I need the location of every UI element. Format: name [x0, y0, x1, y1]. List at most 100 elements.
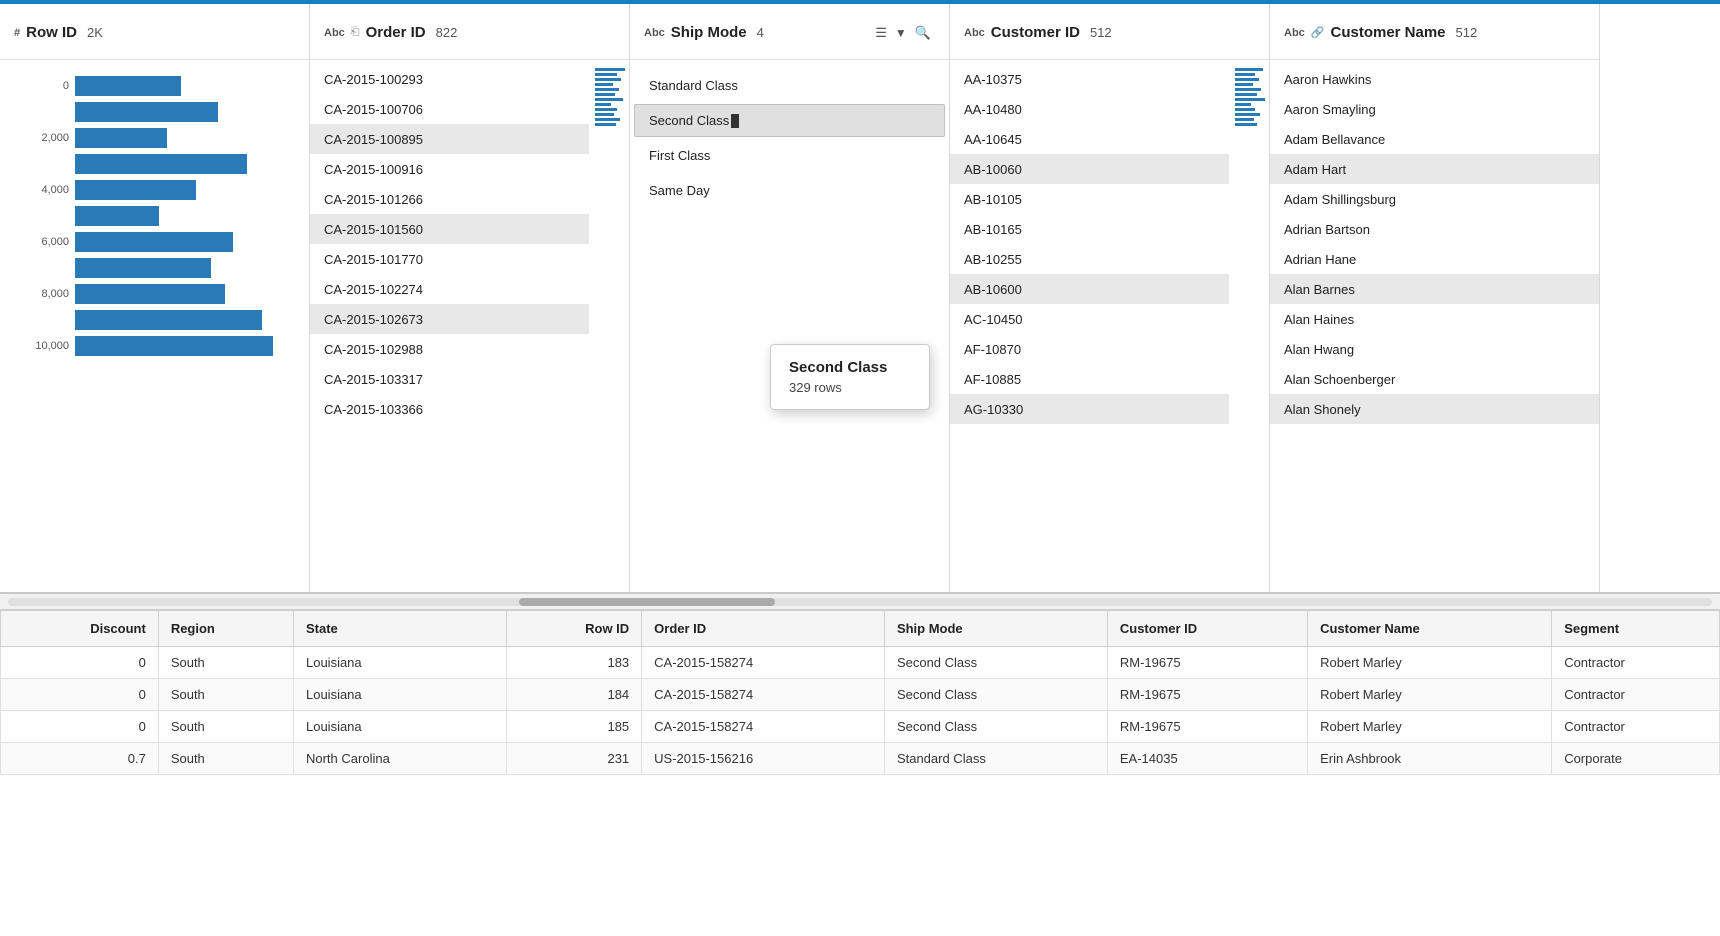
list-item: Alan Shonely [1270, 394, 1599, 424]
td-region: South [158, 743, 293, 775]
search-button[interactable]: 🔍 [911, 23, 935, 43]
mini-bar [1235, 108, 1255, 111]
column-header-row-id: # Row ID 2K [0, 4, 309, 60]
td-region: South [158, 647, 293, 679]
mini-bar [595, 103, 611, 106]
mini-bar [595, 78, 621, 81]
hist-bar-container-7 [75, 256, 295, 280]
scrollbar-row[interactable] [0, 594, 1720, 610]
td-order-id: CA-2015-158274 [642, 711, 885, 743]
list-item: Alan Haines [1270, 304, 1599, 334]
histogram-container: 0 2,000 [0, 64, 309, 588]
td-segment: Contractor [1552, 647, 1720, 679]
customer-name-count: 512 [1456, 25, 1478, 40]
td-discount: 0 [1, 679, 159, 711]
hist-bar-6 [75, 232, 233, 252]
hist-bar-container-5 [75, 204, 295, 228]
list-item: CA-2015-101770 [310, 244, 589, 274]
td-region: South [158, 711, 293, 743]
customer-id-list: AA-10375 AA-10480 AA-10645 AB-10060 AB-1… [950, 64, 1229, 588]
td-order-id: US-2015-156216 [642, 743, 885, 775]
scrollbar-track[interactable] [8, 598, 1712, 606]
ship-mode-same-day[interactable]: Same Day [634, 174, 945, 207]
mini-bar [1235, 88, 1261, 91]
hist-row-1 [14, 100, 295, 124]
hist-bar-7 [75, 258, 211, 278]
hist-row-8: 8,000 [14, 282, 295, 306]
list-item: CA-2015-103366 [310, 394, 589, 424]
list-item: AA-10480 [950, 94, 1229, 124]
th-segment: Segment [1552, 611, 1720, 647]
list-item: AC-10450 [950, 304, 1229, 334]
list-item: CA-2015-101560 [310, 214, 589, 244]
td-customer-name: Robert Marley [1308, 647, 1552, 679]
td-order-id: CA-2015-158274 [642, 647, 885, 679]
row-id-body: 0 2,000 [0, 60, 309, 592]
sort-button[interactable]: ☰ [871, 23, 891, 43]
dropdown-arrow[interactable]: ▼ [895, 26, 907, 40]
abc-icon-customer-name: Abc [1284, 27, 1305, 39]
list-item: Adrian Bartson [1270, 214, 1599, 244]
ship-mode-first-class[interactable]: First Class [634, 139, 945, 172]
hist-row-5 [14, 204, 295, 228]
ship-mode-title: Ship Mode [671, 24, 747, 41]
ship-mode-wrapper: Standard Class Second Class First Class … [630, 64, 949, 588]
list-item: Adrian Hane [1270, 244, 1599, 274]
list-item: Alan Barnes [1270, 274, 1599, 304]
hist-bar-9 [75, 310, 262, 330]
customer-id-count: 512 [1090, 25, 1112, 40]
mini-bar [595, 83, 613, 86]
mini-bar [1235, 103, 1251, 106]
filter-icon-order-id[interactable]: ⎗ [351, 26, 360, 39]
td-ship-mode: Second Class [884, 647, 1107, 679]
th-ship-mode: Ship Mode [884, 611, 1107, 647]
td-ship-mode: Second Class [884, 679, 1107, 711]
list-item: Aaron Hawkins [1270, 64, 1599, 94]
scrollbar-thumb[interactable] [519, 598, 775, 606]
table-row: 0 South Louisiana 183 CA-2015-158274 Sec… [1, 647, 1720, 679]
hist-bar-container-0 [75, 74, 295, 98]
ship-mode-standard-class[interactable]: Standard Class [634, 69, 945, 102]
list-item: Alan Schoenberger [1270, 364, 1599, 394]
customer-name-body: Aaron Hawkins Aaron Smayling Adam Bellav… [1270, 60, 1599, 592]
data-table: Discount Region State Row ID Order ID Sh… [0, 610, 1720, 775]
order-id-value: CA-2015-100706 [324, 102, 575, 117]
abc-icon-customer-id: Abc [964, 27, 985, 39]
list-item: AB-10165 [950, 214, 1229, 244]
list-item: AB-10105 [950, 184, 1229, 214]
mini-bar-column [589, 64, 629, 588]
th-region: Region [158, 611, 293, 647]
th-discount: Discount [1, 611, 159, 647]
ship-mode-list: Standard Class Second Class First Class … [630, 64, 949, 208]
table-row: 0.7 South North Carolina 231 US-2015-156… [1, 743, 1720, 775]
order-id-value: CA-2015-101266 [324, 192, 575, 207]
list-item: CA-2015-102673 [310, 304, 589, 334]
mini-bar [595, 113, 614, 116]
ship-mode-second-class[interactable]: Second Class [634, 104, 945, 137]
td-customer-id: RM-19675 [1107, 647, 1307, 679]
th-customer-name: Customer Name [1308, 611, 1552, 647]
hist-row-6: 6,000 [14, 230, 295, 254]
td-ship-mode: Standard Class [884, 743, 1107, 775]
td-customer-name: Erin Ashbrook [1308, 743, 1552, 775]
column-panel-order-id: Abc ⎗ Order ID 822 CA-2015-100293 CA-201… [310, 4, 630, 592]
hist-bar-container-1 [75, 100, 295, 124]
customer-name-title: Customer Name [1330, 24, 1445, 41]
mini-bar [595, 108, 617, 111]
ship-mode-body: Standard Class Second Class First Class … [630, 60, 949, 592]
td-discount: 0 [1, 711, 159, 743]
td-order-id: CA-2015-158274 [642, 679, 885, 711]
hist-row-3 [14, 152, 295, 176]
list-item: AG-10330 [950, 394, 1229, 424]
mini-bar [595, 98, 623, 101]
hist-bar-8 [75, 284, 225, 304]
mini-bar [595, 118, 620, 121]
list-item: AB-10255 [950, 244, 1229, 274]
list-item: Aaron Smayling [1270, 94, 1599, 124]
column-header-customer-name: Abc 🔗 Customer Name 512 [1270, 4, 1599, 60]
list-item: CA-2015-100916 [310, 154, 589, 184]
td-discount: 0 [1, 647, 159, 679]
mini-bar [595, 68, 625, 71]
list-item: AF-10885 [950, 364, 1229, 394]
table-row: 0 South Louisiana 184 CA-2015-158274 Sec… [1, 679, 1720, 711]
